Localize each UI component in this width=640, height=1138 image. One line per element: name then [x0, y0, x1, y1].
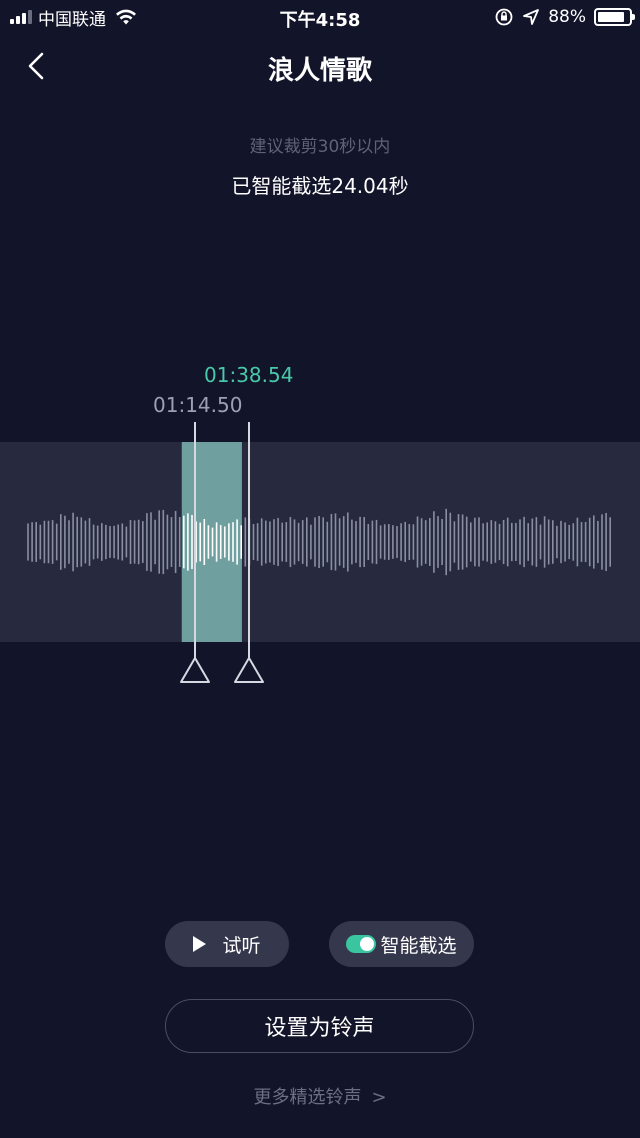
end-handle-line [248, 422, 250, 658]
waveform [27, 442, 612, 642]
toggle-switch[interactable] [346, 935, 377, 953]
set-ringtone-button[interactable]: 设置为铃声 [165, 999, 474, 1053]
end-handle-triangle-icon [234, 657, 264, 683]
more-ringtones-label: 更多精选铃声 [253, 1087, 362, 1108]
page-title: 浪人情歌 [267, 56, 372, 86]
set-ringtone-label: 设置为铃声 [264, 1016, 375, 1041]
status-bar: 中国联通 下午4:58 88% [0, 0, 640, 34]
chevron-right-icon: > [371, 1087, 387, 1108]
smart-select-toggle[interactable]: 智能截选 [329, 921, 474, 967]
status-right: 88% [494, 5, 635, 29]
preview-button[interactable]: 试听 [165, 921, 289, 967]
trim-hint: 建议裁剪30秒以内 [249, 137, 391, 157]
battery-icon [594, 8, 635, 26]
play-icon [193, 936, 207, 952]
start-handle-line [194, 422, 196, 658]
preview-label: 试听 [222, 934, 261, 957]
screen: 中国联通 下午4:58 88% 浪人情歌 建议裁剪30秒以内 已智能截选24.0… [0, 0, 640, 1138]
toggle-knob [360, 937, 375, 951]
start-handle-triangle-icon [180, 657, 210, 683]
location-arrow-icon [523, 9, 540, 25]
start-handle[interactable] [178, 422, 212, 686]
smart-select-label: 智能截选 [380, 934, 457, 957]
end-handle[interactable] [232, 422, 266, 686]
battery-fill [598, 12, 625, 22]
rotation-lock-icon [495, 8, 513, 26]
battery-percent: 88% [548, 7, 586, 27]
more-ringtones-link[interactable]: 更多精选铃声 > [0, 1083, 640, 1109]
end-time-label: 01:38.54 [204, 363, 294, 387]
selected-duration: 已智能截选24.04秒 [231, 174, 409, 198]
start-time-label: 01:14.50 [153, 393, 243, 417]
nav-bar: 浪人情歌 [0, 40, 640, 92]
